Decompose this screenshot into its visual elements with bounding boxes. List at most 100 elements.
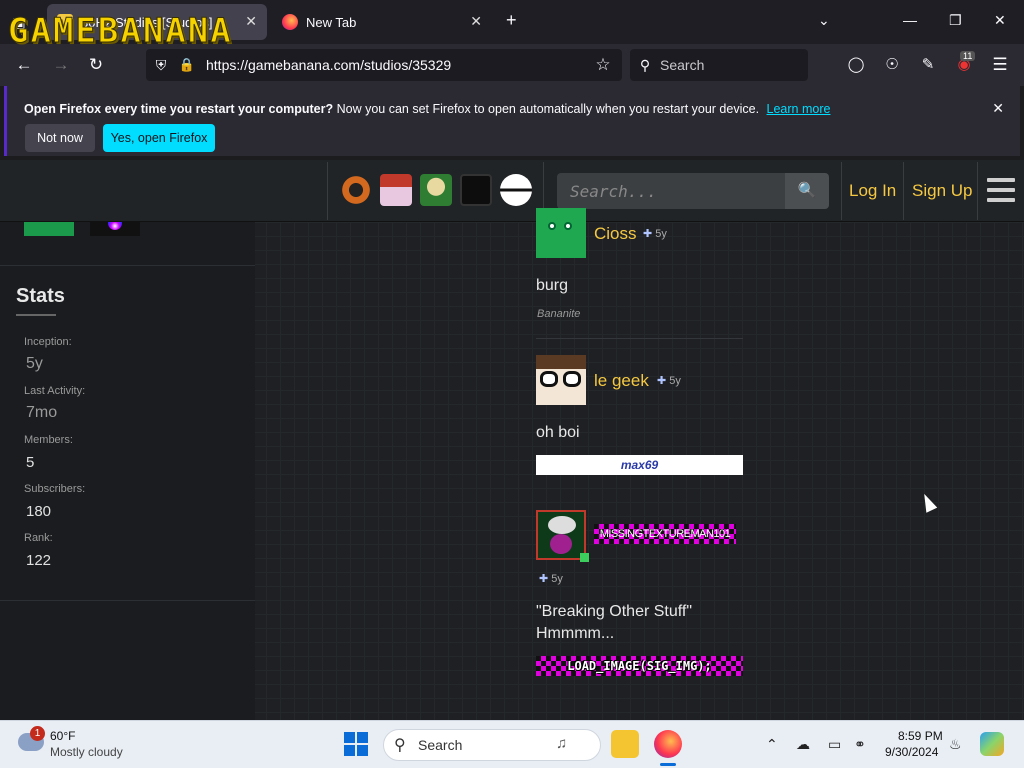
active-app-indicator <box>660 763 676 766</box>
reload-icon[interactable]: ↻ <box>85 54 107 76</box>
yes-open-firefox-button[interactable]: Yes, open Firefox <box>103 124 215 152</box>
sidebar-divider <box>0 265 255 266</box>
member-thumbnail[interactable] <box>90 222 140 236</box>
pocket-icon[interactable]: ◯ <box>845 54 867 76</box>
gamebanana-logo[interactable]: GAMEBANANA <box>8 11 318 52</box>
signup-link[interactable]: Sign Up <box>912 181 972 201</box>
plus-icon: ✚ <box>657 375 667 387</box>
search-icon: 🔍 <box>797 182 817 199</box>
stat-label: Last Activity: <box>24 385 86 397</box>
username-link[interactable]: le geek <box>594 371 649 391</box>
stat-value: 5y <box>26 355 43 372</box>
user-signature: max69 <box>536 455 743 475</box>
username-link[interactable]: Cioss <box>594 224 637 244</box>
firefox-taskbar-icon[interactable] <box>654 730 682 758</box>
weather-badge: 1 <box>30 726 45 741</box>
stat-label: Members: <box>24 434 73 446</box>
stat-value: 5 <box>26 454 35 471</box>
site-search-button[interactable]: 🔍 <box>785 173 829 209</box>
network-icon[interactable]: ⚭ <box>854 736 866 753</box>
weather-condition[interactable]: Mostly cloudy <box>50 745 123 759</box>
weather-temp[interactable]: 60°F <box>50 729 75 743</box>
account-icon[interactable]: ☉ <box>881 54 903 76</box>
extensions-icon[interactable]: ✎ <box>917 54 939 76</box>
stats-title: Stats <box>16 285 65 307</box>
baldi-game-icon[interactable] <box>420 174 452 206</box>
clock-date[interactable]: 9/30/2024 <box>885 745 938 759</box>
online-status-icon <box>580 553 589 562</box>
smash-game-icon[interactable] <box>500 174 532 206</box>
site-search-placeholder: Search... <box>570 182 657 201</box>
xcom-game-icon[interactable] <box>460 174 492 206</box>
back-icon[interactable]: ← <box>13 54 35 76</box>
not-now-button[interactable]: Not now <box>25 124 95 152</box>
post-age-text: 5y <box>655 228 667 240</box>
stat-label: Inception: <box>24 336 72 348</box>
user-rank: Bananite <box>537 308 581 320</box>
notification-title: Open Firefox every time you restart your… <box>24 102 334 116</box>
notification-body: Now you can set Firefox to open automati… <box>336 102 760 116</box>
stat-label: Subscribers: <box>24 483 86 495</box>
close-window-icon[interactable]: ✕ <box>994 12 1006 29</box>
learn-more-link[interactable]: Learn more <box>767 102 831 116</box>
avatar[interactable] <box>536 355 586 405</box>
search-icon: ⚲ <box>639 57 651 73</box>
site-menu-icon[interactable] <box>987 178 1015 204</box>
taskbar-search[interactable]: ⚲ Search ♫ <box>383 729 601 761</box>
bookmark-star-icon[interactable]: ☆ <box>592 54 614 76</box>
maximize-icon[interactable]: ❐ <box>949 12 962 29</box>
post-message: burg <box>536 277 569 294</box>
default-browser-notification: Open Firefox every time you restart your… <box>4 86 1020 156</box>
extensions-badge: 11 <box>960 51 976 61</box>
member-thumbnail[interactable] <box>24 222 74 236</box>
headphones-icon: ♫ <box>556 735 568 752</box>
minimize-icon[interactable]: — <box>903 12 917 28</box>
forward-icon[interactable]: → <box>50 54 72 76</box>
plus-icon: ✚ <box>643 228 653 240</box>
chevron-down-icon[interactable]: ⌄ <box>818 12 830 29</box>
post-message: oh boi <box>536 424 580 441</box>
notification-bell-icon[interactable]: ♨ <box>949 736 962 753</box>
close-tab-icon[interactable]: ✕ <box>470 13 482 30</box>
post-age: ✚ 5y <box>657 374 681 387</box>
post-message: "Breaking Other Stuff" Hmmmm... <box>536 603 693 642</box>
close-notification-icon[interactable]: ✕ <box>992 100 1004 117</box>
file-explorer-icon[interactable] <box>611 730 639 758</box>
tf2-game-icon[interactable] <box>340 174 372 206</box>
shield-icon[interactable]: ⛨ <box>150 54 172 76</box>
avatar[interactable] <box>536 208 586 258</box>
post-age: ✚ 5y <box>539 572 563 585</box>
stats-underline <box>16 314 56 316</box>
header-divider <box>903 162 904 220</box>
display-icon[interactable]: ▭ <box>828 736 841 753</box>
header-divider <box>841 162 842 220</box>
post-divider <box>536 338 743 339</box>
login-link[interactable]: Log In <box>849 181 896 201</box>
stat-value: 122 <box>26 552 52 569</box>
stat-label: Rank: <box>24 532 53 544</box>
post-age-text: 5y <box>551 573 563 585</box>
chevron-up-icon[interactable]: ⌃ <box>766 736 778 753</box>
plus-icon: ✚ <box>539 573 549 585</box>
menu-icon[interactable]: ☰ <box>989 54 1011 76</box>
browser-search-box[interactable]: ⚲ Search <box>630 49 808 81</box>
avatar[interactable] <box>536 510 586 560</box>
onedrive-icon[interactable]: ☁ <box>796 736 810 753</box>
new-tab-icon[interactable]: + <box>506 10 517 31</box>
start-button[interactable] <box>344 732 368 756</box>
search-icon: ⚲ <box>394 737 406 754</box>
stat-value: 180 <box>26 503 52 520</box>
header-divider <box>977 162 978 220</box>
taskbar-search-text: Search <box>418 737 463 753</box>
site-search-input[interactable]: Search... <box>557 173 785 209</box>
clock-time[interactable]: 8:59 PM <box>898 729 943 743</box>
user-signature: LOAD_IMAGE(SIG_IMG); <box>536 656 743 676</box>
sidebar-divider <box>0 600 255 601</box>
url-bar[interactable]: ⛨ 🔒 https://gamebanana.com/studios/35329… <box>146 49 622 81</box>
fnf-game-icon[interactable] <box>380 174 412 206</box>
url-text: https://gamebanana.com/studios/35329 <box>206 57 452 73</box>
lock-icon[interactable]: 🔒 <box>176 54 198 76</box>
stat-value: 7mo <box>26 404 58 421</box>
username-link[interactable]: MISSINGTEXTUREMAN101 <box>594 524 736 544</box>
copilot-icon[interactable] <box>980 732 1004 756</box>
